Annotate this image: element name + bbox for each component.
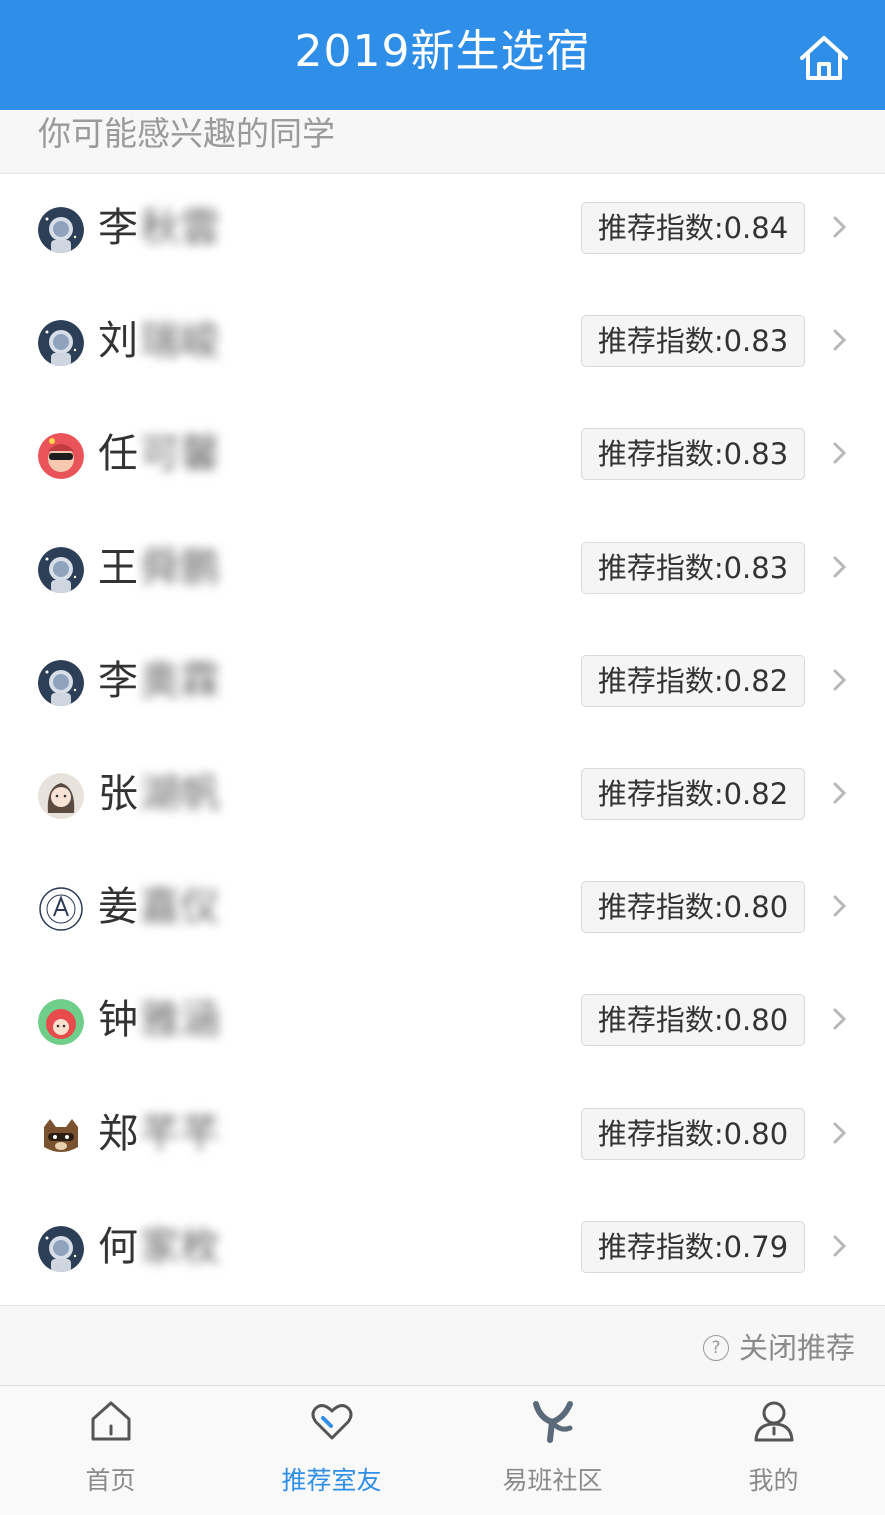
student-given-name: 奥霖	[140, 657, 220, 704]
list-item[interactable]: 姜嘉仪 推荐指数:0.80	[0, 853, 885, 966]
avatar	[38, 433, 84, 480]
user-icon	[751, 1398, 797, 1444]
tab-yiban-community[interactable]: 易班社区	[442, 1386, 663, 1515]
list-item[interactable]: 何家枚 推荐指数:0.79	[0, 1193, 885, 1306]
section-header: 你可能感兴趣的同学	[0, 110, 885, 174]
avatar	[38, 546, 84, 593]
student-list: 李秋雲 推荐指数:0.84 刘瑞峻 推荐指数:0.83 任可馨 推荐指数:0.8…	[0, 174, 885, 1306]
help-icon: ?	[702, 1335, 729, 1361]
avatar	[38, 207, 84, 253]
recommend-score: 推荐指数:0.80	[581, 881, 805, 934]
recommend-score: 推荐指数:0.82	[581, 767, 805, 820]
yiban-icon	[530, 1398, 576, 1444]
recommend-score: 推荐指数:0.83	[581, 428, 805, 481]
tab-label: 首页	[85, 1466, 136, 1495]
student-given-name: 嘉仪	[140, 884, 220, 931]
student-surname: 王	[98, 544, 138, 591]
student-given-name: 可馨	[140, 431, 220, 478]
recommend-score: 推荐指数:0.83	[581, 541, 805, 594]
list-item[interactable]: 李秋雲 推荐指数:0.84	[0, 174, 885, 287]
list-item[interactable]: 郑芊芊 推荐指数:0.80	[0, 1080, 885, 1193]
student-given-name: 家枚	[140, 1223, 220, 1270]
tab-recommend-roommate[interactable]: 推荐室友	[221, 1386, 442, 1515]
tab-mine[interactable]: 我的	[663, 1386, 884, 1515]
bottom-tab-bar: 首页 推荐室友 易班社区 我的	[0, 1385, 885, 1515]
student-given-name: 瑞峻	[140, 318, 220, 365]
tab-label: 推荐室友	[281, 1466, 382, 1495]
home-icon[interactable]	[798, 34, 850, 82]
section-label: 你可能感兴趣的同学	[38, 114, 335, 153]
recommend-score: 推荐指数:0.84	[581, 202, 805, 254]
chevron-right-icon	[830, 1006, 850, 1032]
student-given-name: 湖帆	[140, 770, 220, 817]
avatar	[38, 999, 84, 1046]
list-item[interactable]: 李奥霖 推荐指数:0.82	[0, 627, 885, 740]
chevron-right-icon	[830, 667, 850, 693]
list-item[interactable]: 刘瑞峻 推荐指数:0.83	[0, 287, 885, 400]
avatar	[38, 659, 84, 706]
recommend-score: 推荐指数:0.80	[581, 1107, 805, 1160]
chevron-right-icon	[830, 780, 850, 806]
chevron-right-icon	[830, 554, 850, 580]
student-given-name: 芊芊	[140, 1110, 220, 1157]
student-given-name: 秋雲	[140, 205, 220, 251]
app-header: 2019新生选宿	[0, 0, 885, 110]
home-icon	[88, 1398, 134, 1444]
avatar	[38, 320, 84, 367]
tab-home[interactable]: 首页	[0, 1386, 221, 1515]
chevron-right-icon	[830, 1233, 850, 1259]
student-surname: 李	[98, 657, 138, 704]
student-surname: 姜	[98, 884, 138, 931]
tab-label: 易班社区	[502, 1466, 603, 1495]
chevron-right-icon	[830, 214, 850, 240]
tab-label: 我的	[748, 1466, 799, 1495]
chevron-right-icon	[830, 327, 850, 353]
list-item[interactable]: 钟雅涵 推荐指数:0.80	[0, 966, 885, 1079]
student-surname: 任	[98, 431, 138, 478]
recommend-score: 推荐指数:0.83	[581, 315, 805, 368]
recommend-score: 推荐指数:0.79	[581, 1220, 805, 1273]
student-surname: 何	[98, 1223, 138, 1270]
chevron-right-icon	[830, 893, 850, 919]
list-item[interactable]: 王舜鹏 推荐指数:0.83	[0, 514, 885, 627]
recommend-footer: ? 关闭推荐	[0, 1305, 885, 1386]
avatar	[38, 886, 84, 933]
student-surname: 刘	[98, 318, 138, 365]
student-surname: 李	[98, 205, 138, 251]
student-surname: 钟	[98, 997, 138, 1044]
student-given-name: 舜鹏	[140, 544, 220, 591]
student-surname: 郑	[98, 1110, 138, 1157]
close-recommend-label: 关闭推荐	[738, 1331, 855, 1365]
avatar	[38, 1225, 84, 1272]
chevron-right-icon	[830, 440, 850, 466]
recommend-score: 推荐指数:0.80	[581, 994, 805, 1047]
heart-icon	[309, 1398, 355, 1444]
avatar	[38, 1112, 84, 1159]
student-surname: 张	[98, 770, 138, 817]
list-item[interactable]: 任可馨 推荐指数:0.83	[0, 400, 885, 513]
recommend-score: 推荐指数:0.82	[581, 654, 805, 707]
student-given-name: 雅涵	[140, 997, 220, 1044]
avatar	[38, 772, 84, 819]
close-recommend-button[interactable]: ? 关闭推荐	[702, 1328, 855, 1368]
page-title: 2019新生选宿	[294, 26, 591, 77]
list-item[interactable]: 张湖帆 推荐指数:0.82	[0, 740, 885, 853]
chevron-right-icon	[830, 1120, 850, 1146]
